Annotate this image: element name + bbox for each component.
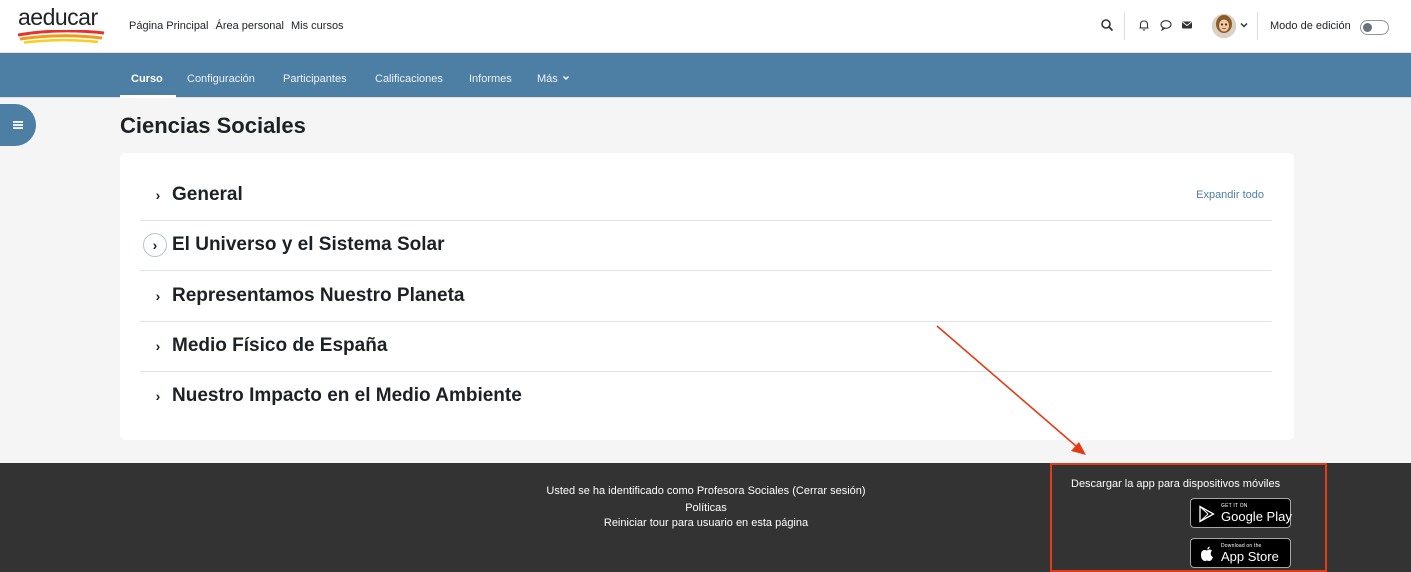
page-title: Ciencias Sociales bbox=[120, 113, 306, 138]
site-logo[interactable]: aeducar bbox=[18, 4, 104, 46]
tab-participants[interactable]: Participantes bbox=[283, 73, 347, 85]
footer-info: Usted se ha identificado como Profesora … bbox=[520, 483, 892, 532]
section-universe[interactable]: › El Universo y el Sistema Solar bbox=[140, 221, 1272, 271]
logo-swoosh-icon bbox=[18, 30, 104, 44]
avatar[interactable] bbox=[1212, 14, 1236, 38]
chevron-down-icon bbox=[562, 76, 569, 80]
nav-link-my-courses[interactable]: Mis cursos bbox=[291, 20, 344, 32]
expand-all-link[interactable]: Expandir todo bbox=[1196, 189, 1264, 201]
section-physical-spain[interactable]: › Medio Físico de España bbox=[140, 322, 1272, 372]
search-icon[interactable] bbox=[1100, 18, 1114, 32]
logo-text: aeducar bbox=[18, 4, 98, 30]
tab-course[interactable]: Curso bbox=[131, 73, 163, 85]
chevron-right-icon[interactable]: › bbox=[149, 387, 167, 405]
logged-in-info[interactable]: Usted se ha identificado como Profesora … bbox=[520, 483, 892, 500]
section-title[interactable]: Nuestro Impacto en el Medio Ambiente bbox=[172, 385, 522, 407]
list-icon bbox=[13, 121, 23, 129]
section-title[interactable]: Representamos Nuestro Planeta bbox=[172, 285, 465, 307]
active-tab-indicator bbox=[120, 95, 176, 98]
app-store-button[interactable]: Download on the App Store bbox=[1190, 538, 1291, 568]
nav-link-dashboard[interactable]: Área personal bbox=[216, 20, 285, 32]
google-play-label: Google Play bbox=[1221, 509, 1292, 524]
section-title[interactable]: General bbox=[172, 184, 243, 206]
course-sections-card: › General Expandir todo › El Universo y … bbox=[120, 153, 1294, 440]
section-environment[interactable]: › Nuestro Impacto en el Medio Ambiente bbox=[140, 372, 1272, 422]
tab-more-label: Más bbox=[537, 73, 558, 85]
course-index-toggle[interactable] bbox=[0, 104, 36, 146]
section-general[interactable]: › General Expandir todo bbox=[140, 171, 1272, 221]
tab-settings[interactable]: Configuración bbox=[187, 73, 255, 85]
envelope-icon[interactable] bbox=[1180, 18, 1194, 32]
reset-tour-link[interactable]: Reiniciar tour para usuario en esta pági… bbox=[520, 515, 892, 532]
bell-icon[interactable] bbox=[1137, 18, 1151, 32]
tab-reports[interactable]: Informes bbox=[469, 73, 512, 85]
section-title[interactable]: Medio Físico de España bbox=[172, 335, 387, 357]
nav-link-home[interactable]: Página Principal bbox=[129, 20, 209, 32]
chat-icon[interactable] bbox=[1159, 18, 1173, 32]
divider bbox=[1124, 12, 1125, 40]
apple-icon bbox=[1201, 546, 1213, 561]
mobile-app-box: Descargar la app para dispositivos móvil… bbox=[1050, 463, 1327, 572]
app-store-label: App Store bbox=[1221, 549, 1279, 564]
chevron-right-icon[interactable]: › bbox=[149, 337, 167, 355]
primary-nav: Página Principal Área personal Mis curso… bbox=[129, 20, 344, 32]
page-footer: Usted se ha identificado como Profesora … bbox=[0, 463, 1411, 572]
section-planet[interactable]: › Representamos Nuestro Planeta bbox=[140, 272, 1272, 322]
divider bbox=[1257, 12, 1258, 40]
chevron-right-icon[interactable]: › bbox=[149, 186, 167, 204]
chevron-right-icon[interactable]: › bbox=[143, 233, 167, 257]
top-navbar: aeducar Página Principal Área personal M… bbox=[0, 0, 1411, 53]
edit-mode-toggle[interactable] bbox=[1360, 20, 1389, 35]
toggle-knob bbox=[1363, 23, 1372, 32]
google-play-button[interactable]: GET IT ON Google Play bbox=[1190, 498, 1292, 528]
google-play-icon bbox=[1199, 505, 1215, 523]
tab-grades[interactable]: Calificaciones bbox=[375, 73, 443, 85]
section-title[interactable]: El Universo y el Sistema Solar bbox=[172, 234, 444, 256]
chevron-right-icon[interactable]: › bbox=[149, 287, 167, 305]
chevron-down-icon[interactable] bbox=[1239, 20, 1249, 30]
mobile-app-title: Descargar la app para dispositivos móvil… bbox=[1071, 478, 1281, 490]
edit-mode-label: Modo de edición bbox=[1270, 20, 1351, 32]
tab-more[interactable]: Más bbox=[537, 73, 570, 85]
course-nav: Curso Configuración Participantes Califi… bbox=[0, 53, 1411, 98]
user-avatar-icon bbox=[1212, 14, 1236, 38]
